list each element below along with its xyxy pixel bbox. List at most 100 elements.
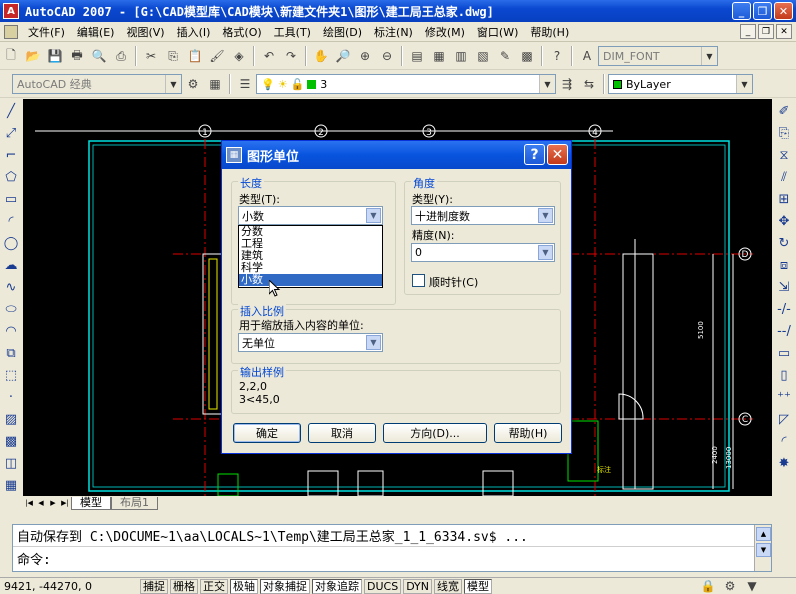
preview-icon[interactable]: 🔍	[90, 47, 108, 65]
direction-button[interactable]: 方向(D)...	[383, 423, 487, 443]
doc-close-button[interactable]: ✕	[776, 24, 792, 39]
ortho-toggle[interactable]: 正交	[200, 578, 228, 594]
lineweight-toggle[interactable]: 线宽	[434, 578, 463, 594]
scroll-up-icon[interactable]: ▲	[756, 527, 771, 541]
help-icon[interactable]: ?	[548, 47, 566, 65]
osnap-toggle[interactable]: 对象捕捉	[260, 578, 310, 594]
array-icon[interactable]: ⊞	[775, 189, 793, 209]
length-type-combo[interactable]: 小数 ▼	[238, 206, 383, 225]
workspace-save-icon[interactable]: ▦	[206, 75, 224, 93]
sheet-set-icon[interactable]: ▧	[474, 47, 492, 65]
text-style-combo[interactable]: DIM_FONT ▼	[598, 46, 718, 66]
autocad-app-icon[interactable]: A	[3, 3, 19, 19]
rectangle-icon[interactable]: ▭	[2, 189, 20, 209]
polygon-icon[interactable]: ⬠	[2, 167, 20, 187]
minimize-button[interactable]: _	[732, 2, 751, 20]
publish-icon[interactable]: ⎙	[112, 47, 130, 65]
prev-tab-icon[interactable]: ◀	[35, 497, 47, 509]
make-block-icon[interactable]: ⬚	[2, 365, 20, 385]
angle-precision-combo[interactable]: 0 ▼	[411, 243, 555, 262]
color-combo[interactable]: ByLayer ▼	[608, 74, 753, 94]
calculator-icon[interactable]: ▩	[518, 47, 536, 65]
ellipse-arc-icon[interactable]: ◠	[2, 321, 20, 341]
otrack-toggle[interactable]: 对象追踪	[312, 578, 362, 594]
zoom-previous-icon[interactable]: ⊖	[378, 47, 396, 65]
menu-insert[interactable]: 插入(I)	[171, 24, 217, 40]
spline-icon[interactable]: ∿	[2, 277, 20, 297]
option-decimal[interactable]: 小数	[239, 274, 382, 286]
chamfer-icon[interactable]: ◸	[775, 409, 793, 429]
gradient-icon[interactable]: ▩	[2, 431, 20, 451]
menu-format[interactable]: 格式(O)	[216, 24, 267, 40]
chevron-down-icon[interactable]: ▼	[538, 245, 553, 260]
break-icon[interactable]: ▯	[775, 365, 793, 385]
chevron-down-icon[interactable]: ▼	[165, 75, 181, 93]
chevron-down-icon[interactable]: ▼	[538, 208, 553, 223]
zoom-realtime-icon[interactable]: 🔎	[334, 47, 352, 65]
circle-icon[interactable]: ◯	[2, 233, 20, 253]
move-icon[interactable]: ✥	[775, 211, 793, 231]
copy-object-icon[interactable]: ⎘	[775, 123, 793, 143]
menu-draw[interactable]: 绘图(D)	[317, 24, 368, 40]
trim-icon[interactable]: -/-	[775, 299, 793, 319]
match-properties-icon[interactable]: 🖌	[208, 47, 226, 65]
hatch-icon[interactable]: ▨	[2, 409, 20, 429]
insertion-units-combo[interactable]: 无单位 ▼	[238, 333, 383, 352]
snap-toggle[interactable]: 捕捉	[140, 578, 168, 594]
stretch-icon[interactable]: ⇲	[775, 277, 793, 297]
menu-view[interactable]: 视图(V)	[120, 24, 170, 40]
copy-icon[interactable]: ⎘	[164, 47, 182, 65]
workspace-combo[interactable]: AutoCAD 经典 ▼	[12, 74, 182, 94]
status-menu-icon[interactable]: ▼	[743, 577, 761, 594]
document-icon[interactable]	[4, 24, 18, 39]
layer-manager-icon[interactable]: ☰	[236, 75, 254, 93]
pan-icon[interactable]: ✋	[312, 47, 330, 65]
chevron-down-icon[interactable]: ▼	[539, 75, 555, 93]
print-icon[interactable]: 🖶	[68, 47, 86, 65]
dialog-title-bar[interactable]: ▦ 图形单位 ? ✕	[222, 141, 571, 169]
mirror-icon[interactable]: ⧖	[775, 145, 793, 165]
last-tab-icon[interactable]: ▶|	[59, 497, 71, 509]
layer-combo[interactable]: 💡 ☀ 🔓 3 ▼	[256, 74, 556, 94]
tool-palettes-icon[interactable]: ▥	[452, 47, 470, 65]
menu-edit[interactable]: 编辑(E)	[71, 24, 121, 40]
table-icon[interactable]: ▦	[2, 475, 20, 495]
model-toggle[interactable]: 模型	[464, 578, 493, 594]
ok-button[interactable]: 确定	[233, 423, 301, 443]
offset-icon[interactable]: ⫽	[775, 167, 793, 187]
save-icon[interactable]: 💾	[46, 47, 64, 65]
dyn-toggle[interactable]: DYN	[403, 578, 433, 594]
menu-modify[interactable]: 修改(M)	[419, 24, 471, 40]
make-current-layer-icon[interactable]: ⇶	[558, 75, 576, 93]
fillet-icon[interactable]: ◜	[775, 431, 793, 451]
tab-layout1[interactable]: 布局1	[111, 496, 158, 510]
layer-previous-icon[interactable]: ⇆	[580, 75, 598, 93]
erase-icon[interactable]: ✐	[775, 101, 793, 121]
zoom-window-icon[interactable]: ⊕	[356, 47, 374, 65]
scroll-down-icon[interactable]: ▼	[756, 543, 771, 557]
menu-tools[interactable]: 工具(T)	[268, 24, 317, 40]
region-icon[interactable]: ◫	[2, 453, 20, 473]
communication-center-icon[interactable]: 🔒	[699, 577, 717, 594]
block-editor-icon[interactable]: ◈	[230, 47, 248, 65]
annotation-scale-icon[interactable]: ⚙	[721, 577, 739, 594]
clockwise-checkbox[interactable]	[412, 274, 425, 287]
cut-icon[interactable]: ✂	[142, 47, 160, 65]
tab-model[interactable]: 模型	[71, 496, 111, 510]
ellipse-icon[interactable]: ⬭	[2, 299, 20, 319]
extend-icon[interactable]: --/	[775, 321, 793, 341]
polar-toggle[interactable]: 极轴	[230, 578, 258, 594]
explode-icon[interactable]: ✸	[775, 453, 793, 473]
construction-line-icon[interactable]: ⤢	[2, 123, 20, 143]
command-scrollbar[interactable]: ▲ ▼	[754, 525, 771, 571]
cancel-button[interactable]: 取消	[308, 423, 376, 443]
markup-icon[interactable]: ✎	[496, 47, 514, 65]
revision-cloud-icon[interactable]: ☁	[2, 255, 20, 275]
undo-icon[interactable]: ↶	[260, 47, 278, 65]
menu-window[interactable]: 窗口(W)	[471, 24, 524, 40]
new-icon[interactable]: 🗋	[2, 47, 20, 65]
chevron-down-icon[interactable]: ▼	[736, 75, 752, 93]
text-style-icon[interactable]: A	[578, 47, 596, 65]
rotate-icon[interactable]: ↻	[775, 233, 793, 253]
open-icon[interactable]: 📂	[24, 47, 42, 65]
